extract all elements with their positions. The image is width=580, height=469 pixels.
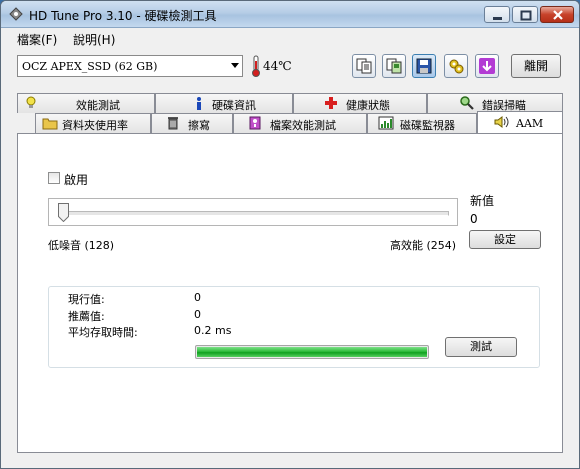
download-icon	[479, 58, 495, 74]
file-benchmark-icon	[249, 116, 261, 130]
options-button[interactable]	[444, 54, 468, 78]
tab-aam[interactable]: AAM	[477, 111, 563, 133]
tab-disk-monitor[interactable]: 磁碟監視器	[367, 113, 477, 133]
app-window: HD Tune Pro 3.10 - 硬碟檢測工具 檔案(F) 說明(H) OC…	[0, 0, 580, 469]
tab-benchmark[interactable]: 效能測試	[17, 93, 155, 113]
temperature-readout: 44℃	[263, 59, 292, 73]
tab-label: 效能測試	[76, 99, 120, 112]
close-button[interactable]	[540, 6, 574, 23]
drive-select-value: OCZ APEX_SSD (62 GB)	[22, 60, 158, 73]
maximize-button[interactable]	[512, 6, 538, 23]
test-button[interactable]: 測試	[445, 337, 517, 357]
tab-label: 檔案效能測試	[270, 119, 336, 132]
tab-label: 擦寫	[188, 119, 210, 132]
results-group: 現行值: 0 推薦值: 0 平均存取時間: 0.2 ms 測試	[48, 286, 540, 368]
access-time-value: 0.2 ms	[194, 324, 232, 337]
maximize-icon	[520, 10, 532, 21]
tab-health[interactable]: 健康狀態	[293, 93, 427, 113]
test-progress-bar	[195, 345, 429, 359]
info-icon	[197, 97, 201, 110]
low-noise-label: 低噪音 (128)	[48, 239, 115, 252]
tab-label: AAM	[516, 117, 544, 130]
minimize-icon	[493, 17, 502, 20]
enable-checkbox[interactable]	[48, 172, 60, 184]
tab-drive-info[interactable]: 硬碟資訊	[155, 93, 293, 113]
close-icon	[553, 10, 563, 20]
menu-bar: 檔案(F) 說明(H)	[1, 28, 579, 48]
tab-label: 磁碟監視器	[400, 119, 455, 132]
tab-file-benchmark[interactable]: 檔案效能測試	[233, 113, 367, 133]
new-value-label: 新值	[470, 194, 495, 208]
magnifier-icon	[460, 96, 474, 110]
set-button[interactable]: 設定	[469, 230, 541, 249]
tab-erase[interactable]: 擦寫	[151, 113, 233, 133]
tab-label: 硬碟資訊	[212, 99, 256, 112]
slider-track	[67, 211, 449, 216]
tab-label: 資料夾使用率	[62, 119, 128, 132]
aam-slider[interactable]	[48, 198, 458, 226]
menu-help[interactable]: 說明(H)	[73, 31, 115, 48]
options-icon	[449, 59, 464, 74]
aam-panel: 啟用 新值 0 低噪音 (128) 高效能 (254) 設定 現行值: 0 推薦…	[17, 133, 563, 453]
toolbar: OCZ APEX_SSD (62 GB) 44℃ 離開	[1, 49, 579, 89]
save-button[interactable]	[412, 54, 436, 78]
copy-text-icon	[356, 58, 372, 74]
enable-label: 啟用	[64, 173, 89, 187]
tab-label: 健康狀態	[346, 99, 390, 112]
new-value: 0	[470, 212, 478, 226]
current-value: 0	[194, 291, 201, 304]
monitor-chart-icon	[378, 116, 394, 130]
folder-icon	[42, 118, 58, 130]
save-icon	[416, 58, 432, 74]
recommended-value: 0	[194, 308, 201, 321]
download-button[interactable]	[475, 54, 499, 78]
window-title: HD Tune Pro 3.10 - 硬碟檢測工具	[29, 9, 217, 23]
copy-screenshot-button[interactable]	[382, 54, 406, 78]
menu-file[interactable]: 檔案(F)	[17, 31, 57, 48]
tab-folder-usage[interactable]: 資料夾使用率	[35, 113, 151, 133]
chevron-down-icon	[231, 63, 239, 68]
health-cross-icon	[325, 97, 337, 109]
copy-text-button[interactable]	[352, 54, 376, 78]
lightbulb-icon	[26, 96, 36, 108]
slider-thumb[interactable]	[58, 203, 69, 222]
thermometer-icon	[252, 55, 260, 77]
recommended-value-label: 推薦值:	[68, 310, 105, 323]
minimize-button[interactable]	[484, 6, 510, 23]
speaker-icon	[494, 116, 509, 128]
tab-error-scan[interactable]: 錯誤掃瞄	[427, 93, 563, 113]
trash-icon	[168, 117, 178, 130]
current-value-label: 現行值:	[68, 293, 105, 306]
test-progress-fill	[197, 347, 427, 357]
drive-select[interactable]: OCZ APEX_SSD (62 GB)	[17, 55, 243, 77]
copy-screenshot-icon	[386, 58, 402, 74]
app-icon	[9, 7, 23, 21]
access-time-label: 平均存取時間:	[68, 326, 138, 339]
title-bar[interactable]: HD Tune Pro 3.10 - 硬碟檢測工具	[1, 1, 579, 28]
exit-button[interactable]: 離開	[511, 54, 561, 78]
high-performance-label: 高效能 (254)	[390, 239, 457, 252]
